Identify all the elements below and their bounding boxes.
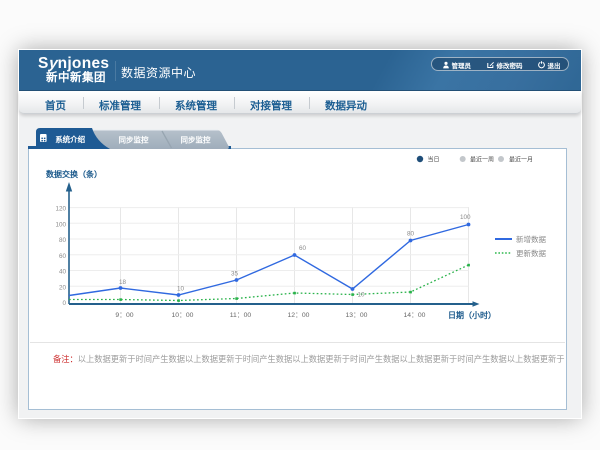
svg-text:80: 80 [407, 231, 415, 238]
svg-text:数据交换（条）: 数据交换（条） [46, 169, 102, 179]
svg-text:18: 18 [119, 279, 127, 286]
svg-text:系统介绍: 系统介绍 [55, 134, 85, 144]
svg-text:同步监控: 同步监控 [119, 135, 149, 145]
svg-text:日期（小时）: 日期（小时） [448, 310, 496, 320]
svg-text:9：00: 9：00 [115, 312, 133, 319]
svg-text:10: 10 [358, 292, 366, 299]
svg-text:60: 60 [59, 253, 67, 260]
svg-text:80: 80 [59, 237, 67, 244]
svg-text:60: 60 [299, 245, 307, 252]
svg-text:当日: 当日 [428, 156, 440, 164]
svg-text:13：00: 13：00 [346, 312, 368, 319]
svg-text:更新数据: 更新数据 [516, 248, 546, 258]
svg-text:35: 35 [231, 271, 239, 278]
svg-text:10：00: 10：00 [172, 312, 194, 319]
svg-text:100: 100 [460, 214, 471, 221]
svg-text:同步监控: 同步监控 [181, 135, 211, 145]
svg-text:12：00: 12：00 [288, 312, 310, 319]
svg-text:120: 120 [55, 206, 66, 213]
svg-text:100: 100 [55, 221, 66, 228]
svg-text:11：00: 11：00 [230, 312, 252, 319]
svg-text:14：00: 14：00 [404, 312, 426, 319]
svg-text:最近一月: 最近一月 [509, 156, 533, 164]
svg-text:0: 0 [62, 300, 66, 307]
svg-text:最近一周: 最近一周 [470, 156, 494, 164]
svg-text:20: 20 [59, 284, 67, 291]
svg-text:40: 40 [59, 269, 67, 276]
svg-text:新增数据: 新增数据 [516, 234, 546, 244]
svg-text:10: 10 [177, 286, 185, 293]
